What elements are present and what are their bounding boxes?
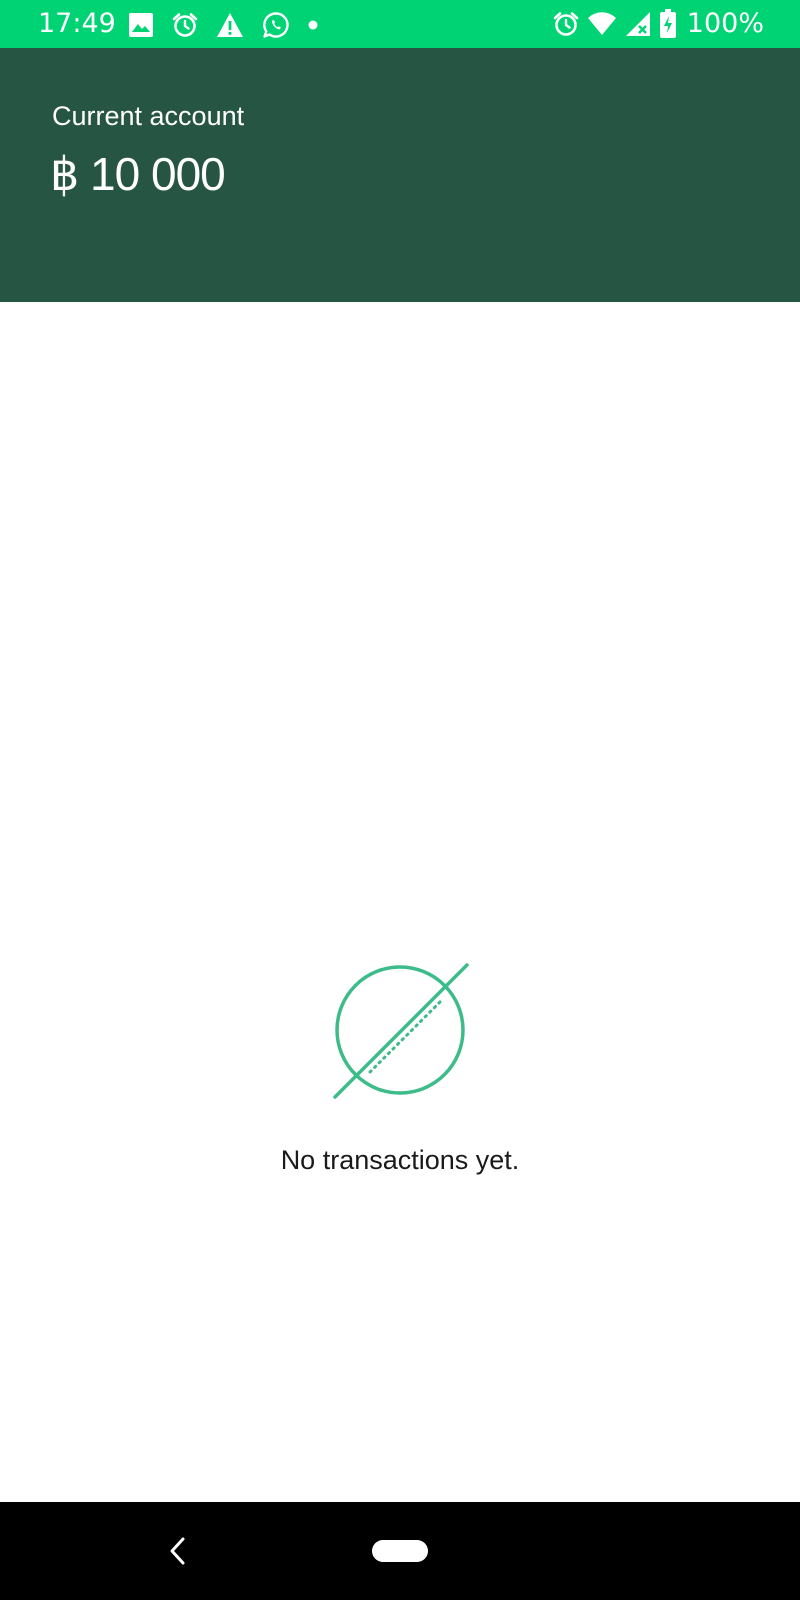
warning-icon [217, 13, 243, 37]
account-name: Current account [52, 101, 245, 131]
battery-percentage: 100% [686, 8, 764, 39]
alarm-icon [172, 13, 198, 37]
status-bar: 17:49 100% [0, 0, 800, 48]
image-icon [129, 13, 153, 37]
whatsapp-icon [263, 12, 289, 38]
account-header: Current account ฿ 10 000 [0, 48, 800, 302]
status-time: 17:49 [38, 8, 116, 39]
screen: 17:49 100% Current account ฿ 10 000 No t… [0, 0, 800, 1600]
empty-state-message: No transactions yet. [280, 1145, 520, 1175]
dot-icon [308, 20, 318, 30]
account-balance: ฿ 10 000 [50, 148, 226, 200]
home-pill-icon[interactable] [372, 1540, 428, 1562]
signal-icon [625, 12, 650, 36]
status-system-icons: 100% [553, 9, 764, 39]
empty-state: No transactions yet. [0, 955, 800, 1177]
no-transactions-icon [333, 963, 469, 1099]
navigation-bar [0, 1502, 800, 1600]
alarm-icon [553, 12, 579, 36]
battery-icon [659, 9, 676, 38]
wifi-icon [587, 12, 616, 36]
back-icon[interactable] [166, 1535, 188, 1567]
status-notification-icons [128, 10, 318, 40]
